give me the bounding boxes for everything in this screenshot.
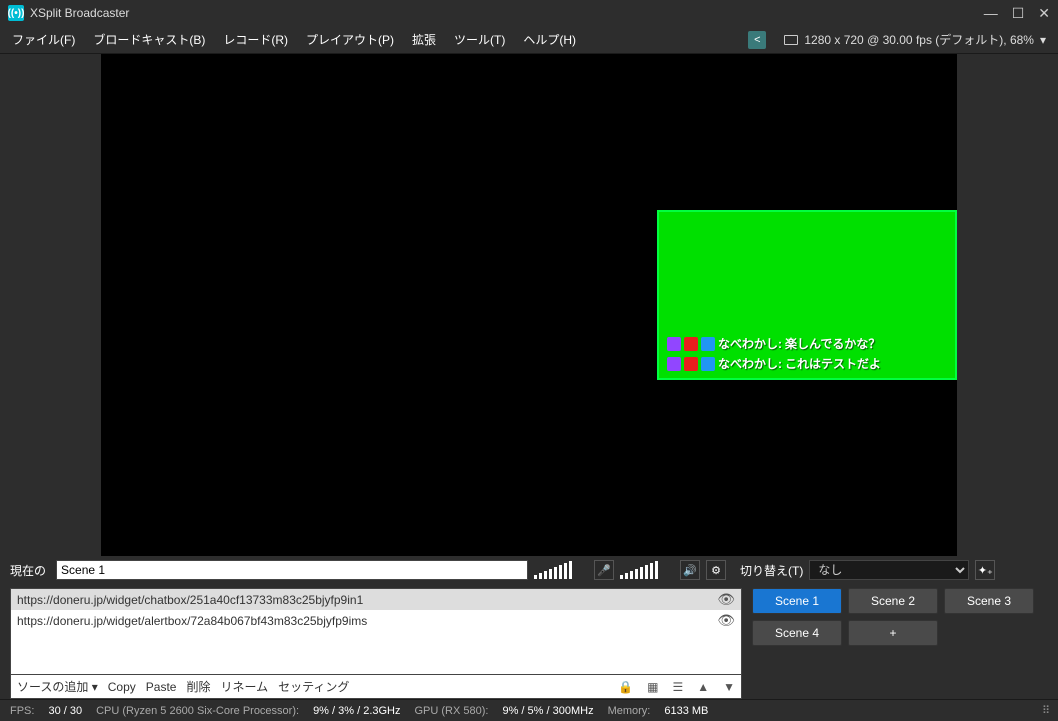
chat-msg: これはテストだよ bbox=[785, 355, 881, 372]
preview-area: なべわかし: 楽しんでるかな？ なべわかし: これはテストだよ bbox=[0, 54, 1058, 556]
chat-msg: 楽しんでるかな？ bbox=[785, 335, 880, 352]
speaker-icon[interactable]: 🔊 bbox=[680, 560, 700, 580]
source-row[interactable]: https://doneru.jp/widget/chatbox/251a40c… bbox=[11, 589, 741, 610]
gpu-label: GPU (RX 580): bbox=[415, 705, 489, 717]
scene-2-button[interactable]: Scene 2 bbox=[848, 588, 938, 614]
move-down-icon[interactable]: ▼ bbox=[723, 680, 735, 694]
copy-button[interactable]: Copy bbox=[108, 680, 136, 694]
chat-user: なべわかし: bbox=[718, 335, 782, 352]
fps-value: 30 / 30 bbox=[48, 705, 82, 717]
gear-icon[interactable]: ⚙ bbox=[706, 560, 726, 580]
sub-badge-icon bbox=[701, 337, 715, 351]
app-icon: ((•)) bbox=[8, 5, 24, 21]
lock-icon[interactable]: 🔒 bbox=[618, 680, 633, 694]
scene-1-button[interactable]: Scene 1 bbox=[752, 588, 842, 614]
controls-row: 現在の 🎤 🔊 ⚙ 切り替え(T) なし ✦₊ bbox=[0, 556, 1058, 584]
menu-extension[interactable]: 拡張 bbox=[412, 31, 436, 48]
chat-user: なべわかし: bbox=[718, 355, 782, 372]
grid-icon[interactable]: ▦ bbox=[647, 680, 658, 694]
mic-icon[interactable]: 🎤 bbox=[594, 560, 614, 580]
lower-panels: https://doneru.jp/widget/chatbox/251a40c… bbox=[0, 584, 1058, 699]
sub-badge-icon bbox=[701, 357, 715, 371]
source-url: https://doneru.jp/widget/alertbox/72a84b… bbox=[17, 614, 367, 628]
delete-button[interactable]: 削除 bbox=[186, 678, 210, 695]
app-title: XSplit Broadcaster bbox=[30, 6, 984, 20]
titlebar: ((•)) XSplit Broadcaster ― ☐ ✕ bbox=[0, 0, 1058, 26]
move-up-icon[interactable]: ▲ bbox=[697, 680, 709, 694]
menu-help[interactable]: ヘルプ(H) bbox=[523, 31, 576, 48]
menu-broadcast[interactable]: ブロードキャスト(B) bbox=[93, 31, 205, 48]
screen-icon bbox=[784, 35, 798, 45]
fps-label: FPS: bbox=[10, 705, 34, 717]
sources-list[interactable]: https://doneru.jp/widget/chatbox/251a40c… bbox=[10, 588, 742, 675]
memory-value: 6133 MB bbox=[664, 705, 708, 717]
add-source-button[interactable]: ソースの追加 ▾ bbox=[17, 678, 98, 695]
share-icon[interactable]: < bbox=[748, 31, 766, 49]
scenes-panel: Scene 1 Scene 2 Scene 3 Scene 4 + bbox=[752, 588, 1048, 699]
cpu-label: CPU (Ryzen 5 2600 Six-Core Processor): bbox=[96, 705, 299, 717]
layers-icon[interactable]: ☰ bbox=[672, 680, 683, 694]
mic-meter[interactable] bbox=[534, 561, 588, 579]
scene-4-button[interactable]: Scene 4 bbox=[752, 620, 842, 646]
stinger-add-icon[interactable]: ✦₊ bbox=[975, 560, 995, 580]
close-button[interactable]: ✕ bbox=[1038, 5, 1050, 22]
source-row[interactable]: https://doneru.jp/widget/alertbox/72a84b… bbox=[11, 610, 741, 631]
gpu-value: 9% / 5% / 300MHz bbox=[502, 705, 593, 717]
add-scene-button[interactable]: + bbox=[848, 620, 938, 646]
statusbar: FPS: 30 / 30 CPU (Ryzen 5 2600 Six-Core … bbox=[0, 699, 1058, 721]
speaker-meter[interactable] bbox=[620, 561, 674, 579]
menu-file[interactable]: ファイル(F) bbox=[12, 31, 75, 48]
memory-label: Memory: bbox=[608, 705, 651, 717]
transition-select[interactable]: なし bbox=[809, 560, 969, 580]
resize-grip-icon[interactable]: ⠿ bbox=[1042, 704, 1048, 717]
mod-badge-icon bbox=[684, 337, 698, 351]
visibility-icon[interactable]: 👁 bbox=[717, 591, 735, 608]
menu-record[interactable]: レコード(R) bbox=[223, 31, 288, 48]
maximize-button[interactable]: ☐ bbox=[1012, 5, 1025, 22]
menu-tools[interactable]: ツール(T) bbox=[454, 31, 505, 48]
rename-button[interactable]: リネーム bbox=[220, 678, 268, 695]
menu-playout[interactable]: プレイアウト(P) bbox=[306, 31, 394, 48]
source-url: https://doneru.jp/widget/chatbox/251a40c… bbox=[17, 593, 363, 607]
sources-panel: https://doneru.jp/widget/chatbox/251a40c… bbox=[10, 588, 742, 699]
transition-label: 切り替え(T) bbox=[740, 562, 803, 579]
twitch-badge-icon bbox=[667, 337, 681, 351]
output-status-text: 1280 x 720 @ 30.00 fps (デフォルト), 68% bbox=[804, 31, 1034, 48]
chatbox-source[interactable]: なべわかし: 楽しんでるかな？ なべわかし: これはテストだよ bbox=[657, 210, 957, 380]
menubar: ファイル(F) ブロードキャスト(B) レコード(R) プレイアウト(P) 拡張… bbox=[0, 26, 1058, 54]
visibility-icon[interactable]: 👁 bbox=[717, 612, 735, 629]
output-status-caret: ▾ bbox=[1040, 33, 1046, 47]
output-status[interactable]: 1280 x 720 @ 30.00 fps (デフォルト), 68% ▾ bbox=[784, 31, 1046, 48]
sources-toolbar: ソースの追加 ▾ Copy Paste 削除 リネーム セッティング 🔒 ▦ ☰… bbox=[10, 675, 742, 699]
settings-button[interactable]: セッティング bbox=[278, 678, 349, 695]
current-scene-label: 現在の bbox=[10, 562, 46, 579]
scene-3-button[interactable]: Scene 3 bbox=[944, 588, 1034, 614]
paste-button[interactable]: Paste bbox=[146, 680, 177, 694]
mod-badge-icon bbox=[684, 357, 698, 371]
cpu-value: 9% / 3% / 2.3GHz bbox=[313, 705, 400, 717]
twitch-badge-icon bbox=[667, 357, 681, 371]
minimize-button[interactable]: ― bbox=[984, 5, 998, 22]
preview-canvas[interactable]: なべわかし: 楽しんでるかな？ なべわかし: これはテストだよ bbox=[101, 54, 957, 556]
scene-name-input[interactable] bbox=[56, 560, 528, 580]
